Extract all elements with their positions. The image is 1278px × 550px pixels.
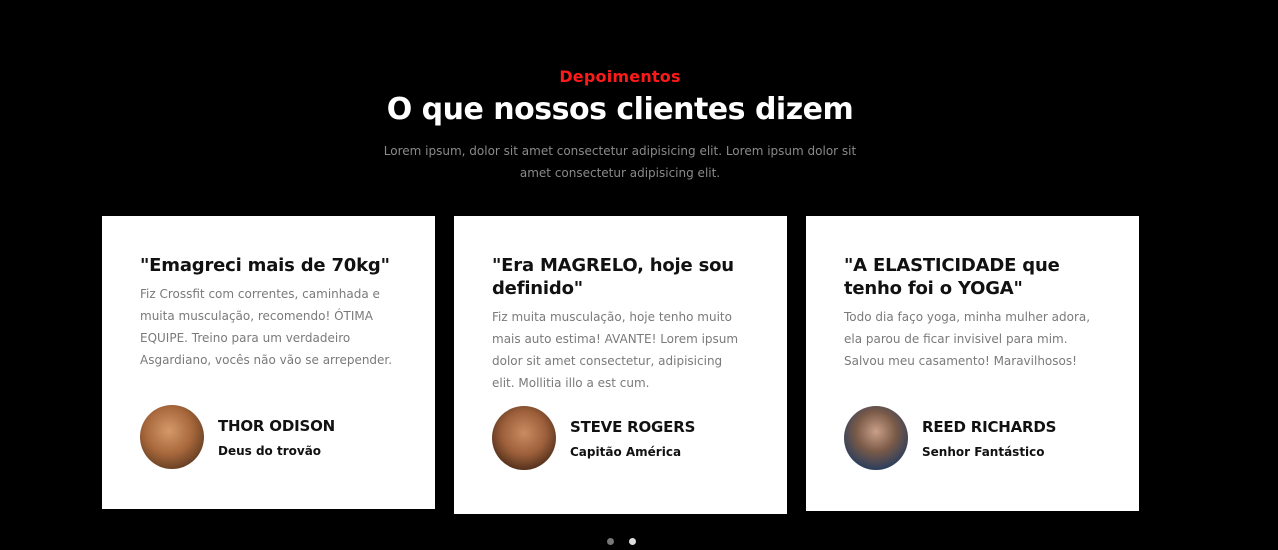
carousel-dot[interactable] (607, 538, 614, 545)
testimonial-author: REED RICHARDS Senhor Fantástico (844, 406, 1056, 470)
section-eyebrow: Depoimentos (559, 67, 681, 86)
testimonial-card: "Era MAGRELO, hoje sou definido" Fiz mui… (454, 216, 787, 514)
section-title: O que nossos clientes dizem (386, 92, 854, 127)
testimonial-quote: "Emagreci mais de 70kg" (140, 255, 390, 276)
author-name: REED RICHARDS (922, 417, 1057, 436)
testimonial-author: STEVE ROGERS Capitão América (492, 406, 695, 470)
testimonial-text: Fiz Crossfit com correntes, caminhada e … (140, 287, 393, 367)
testimonial-card: "A ELASTICIDADE que tenho foi o YOGA" To… (806, 216, 1139, 511)
author-info: REED RICHARDS Senhor Fantástico (922, 418, 1056, 459)
author-role: Senhor Fantástico (922, 444, 1045, 459)
author-name: THOR ODISON (218, 416, 336, 435)
author-name: STEVE ROGERS (570, 417, 696, 436)
author-role: Capitão América (570, 444, 682, 459)
avatar (492, 406, 556, 470)
avatar (140, 405, 204, 469)
testimonial-quote: "Era MAGRELO, hoje sou definido" (492, 255, 734, 299)
testimonial-card: "Emagreci mais de 70kg" Fiz Crossfit com… (102, 216, 435, 509)
author-info: STEVE ROGERS Capitão América (570, 418, 695, 459)
testimonial-text: Fiz muita musculação, hoje tenho muito m… (492, 310, 739, 390)
testimonial-text: Todo dia faço yoga, minha mulher adora, … (844, 310, 1091, 368)
carousel-dot-active[interactable] (629, 538, 636, 545)
testimonial-quote: "A ELASTICIDADE que tenho foi o YOGA" (844, 255, 1060, 299)
carousel-pagination (607, 538, 636, 545)
author-info: THOR ODISON Deus do trovão (218, 417, 335, 458)
avatar (844, 406, 908, 470)
testimonial-author: THOR ODISON Deus do trovão (140, 405, 335, 469)
author-role: Deus do trovão (218, 443, 322, 458)
section-description: Lorem ipsum, dolor sit amet consectetur … (383, 144, 857, 180)
